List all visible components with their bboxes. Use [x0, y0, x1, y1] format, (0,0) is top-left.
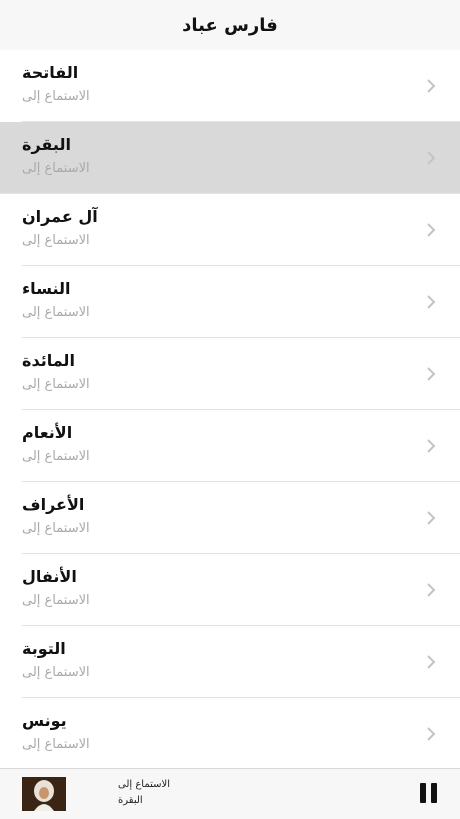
surah-subtitle: الاستماع إلى [22, 161, 90, 176]
surah-subtitle: الاستماع إلى [22, 449, 90, 464]
list-item[interactable]: المائدة الاستماع إلى [0, 338, 460, 410]
reciter-artwork [22, 777, 66, 811]
chevron-right-icon [427, 295, 436, 309]
list-item[interactable]: الأنفال الاستماع إلى [0, 554, 460, 626]
surah-subtitle: الاستماع إلى [22, 305, 90, 320]
nav-bar: فارس عباد [0, 0, 460, 51]
surah-subtitle: الاستماع إلى [22, 593, 90, 608]
surah-title: الأعراف [22, 495, 85, 514]
now-playing-title: البقرة [118, 795, 143, 806]
surah-subtitle: الاستماع إلى [22, 233, 90, 248]
surah-subtitle: الاستماع إلى [22, 521, 90, 536]
chevron-right-icon [427, 655, 436, 669]
surah-subtitle: الاستماع إلى [22, 377, 90, 392]
reciter-photo [22, 777, 66, 811]
surah-title: آل عمران [22, 207, 98, 226]
surah-title: التوبة [22, 639, 66, 658]
chevron-right-icon [427, 511, 436, 525]
chevron-right-icon [427, 151, 436, 165]
chevron-right-icon [427, 727, 436, 741]
page-title: فارس عباد [182, 14, 278, 36]
list-item[interactable]: يونس الاستماع إلى [0, 698, 460, 770]
surah-title: يونس [22, 711, 67, 730]
surah-title: الأنفال [22, 567, 77, 586]
surah-subtitle: الاستماع إلى [22, 89, 90, 104]
now-playing-label: الاستماع إلى [118, 779, 171, 790]
now-playing-bar[interactable]: الاستماع إلى البقرة [0, 768, 460, 819]
list-item[interactable]: التوبة الاستماع إلى [0, 626, 460, 698]
surah-title: الأنعام [22, 423, 73, 442]
chevron-right-icon [427, 583, 436, 597]
list-item[interactable]: الأنعام الاستماع إلى [0, 410, 460, 482]
pause-icon-bar [431, 783, 437, 803]
list-item[interactable]: الفاتحة الاستماع إلى [0, 50, 460, 122]
surah-title: النساء [22, 279, 71, 298]
chevron-right-icon [427, 223, 436, 237]
surah-title: الفاتحة [22, 63, 79, 82]
surah-subtitle: الاستماع إلى [22, 737, 90, 752]
list-item[interactable]: البقرة الاستماع إلى [0, 122, 460, 194]
list-item[interactable]: الأعراف الاستماع إلى [0, 482, 460, 554]
surah-list: الفاتحة الاستماع إلى البقرة الاستماع إلى… [0, 50, 460, 770]
surah-title: البقرة [22, 135, 71, 154]
chevron-right-icon [427, 439, 436, 453]
pause-button[interactable] [416, 781, 440, 807]
surah-title: المائدة [22, 351, 75, 370]
list-item[interactable]: النساء الاستماع إلى [0, 266, 460, 338]
chevron-right-icon [427, 79, 436, 93]
list-item[interactable]: آل عمران الاستماع إلى [0, 194, 460, 266]
chevron-right-icon [427, 367, 436, 381]
pause-icon [420, 783, 426, 803]
surah-subtitle: الاستماع إلى [22, 665, 90, 680]
